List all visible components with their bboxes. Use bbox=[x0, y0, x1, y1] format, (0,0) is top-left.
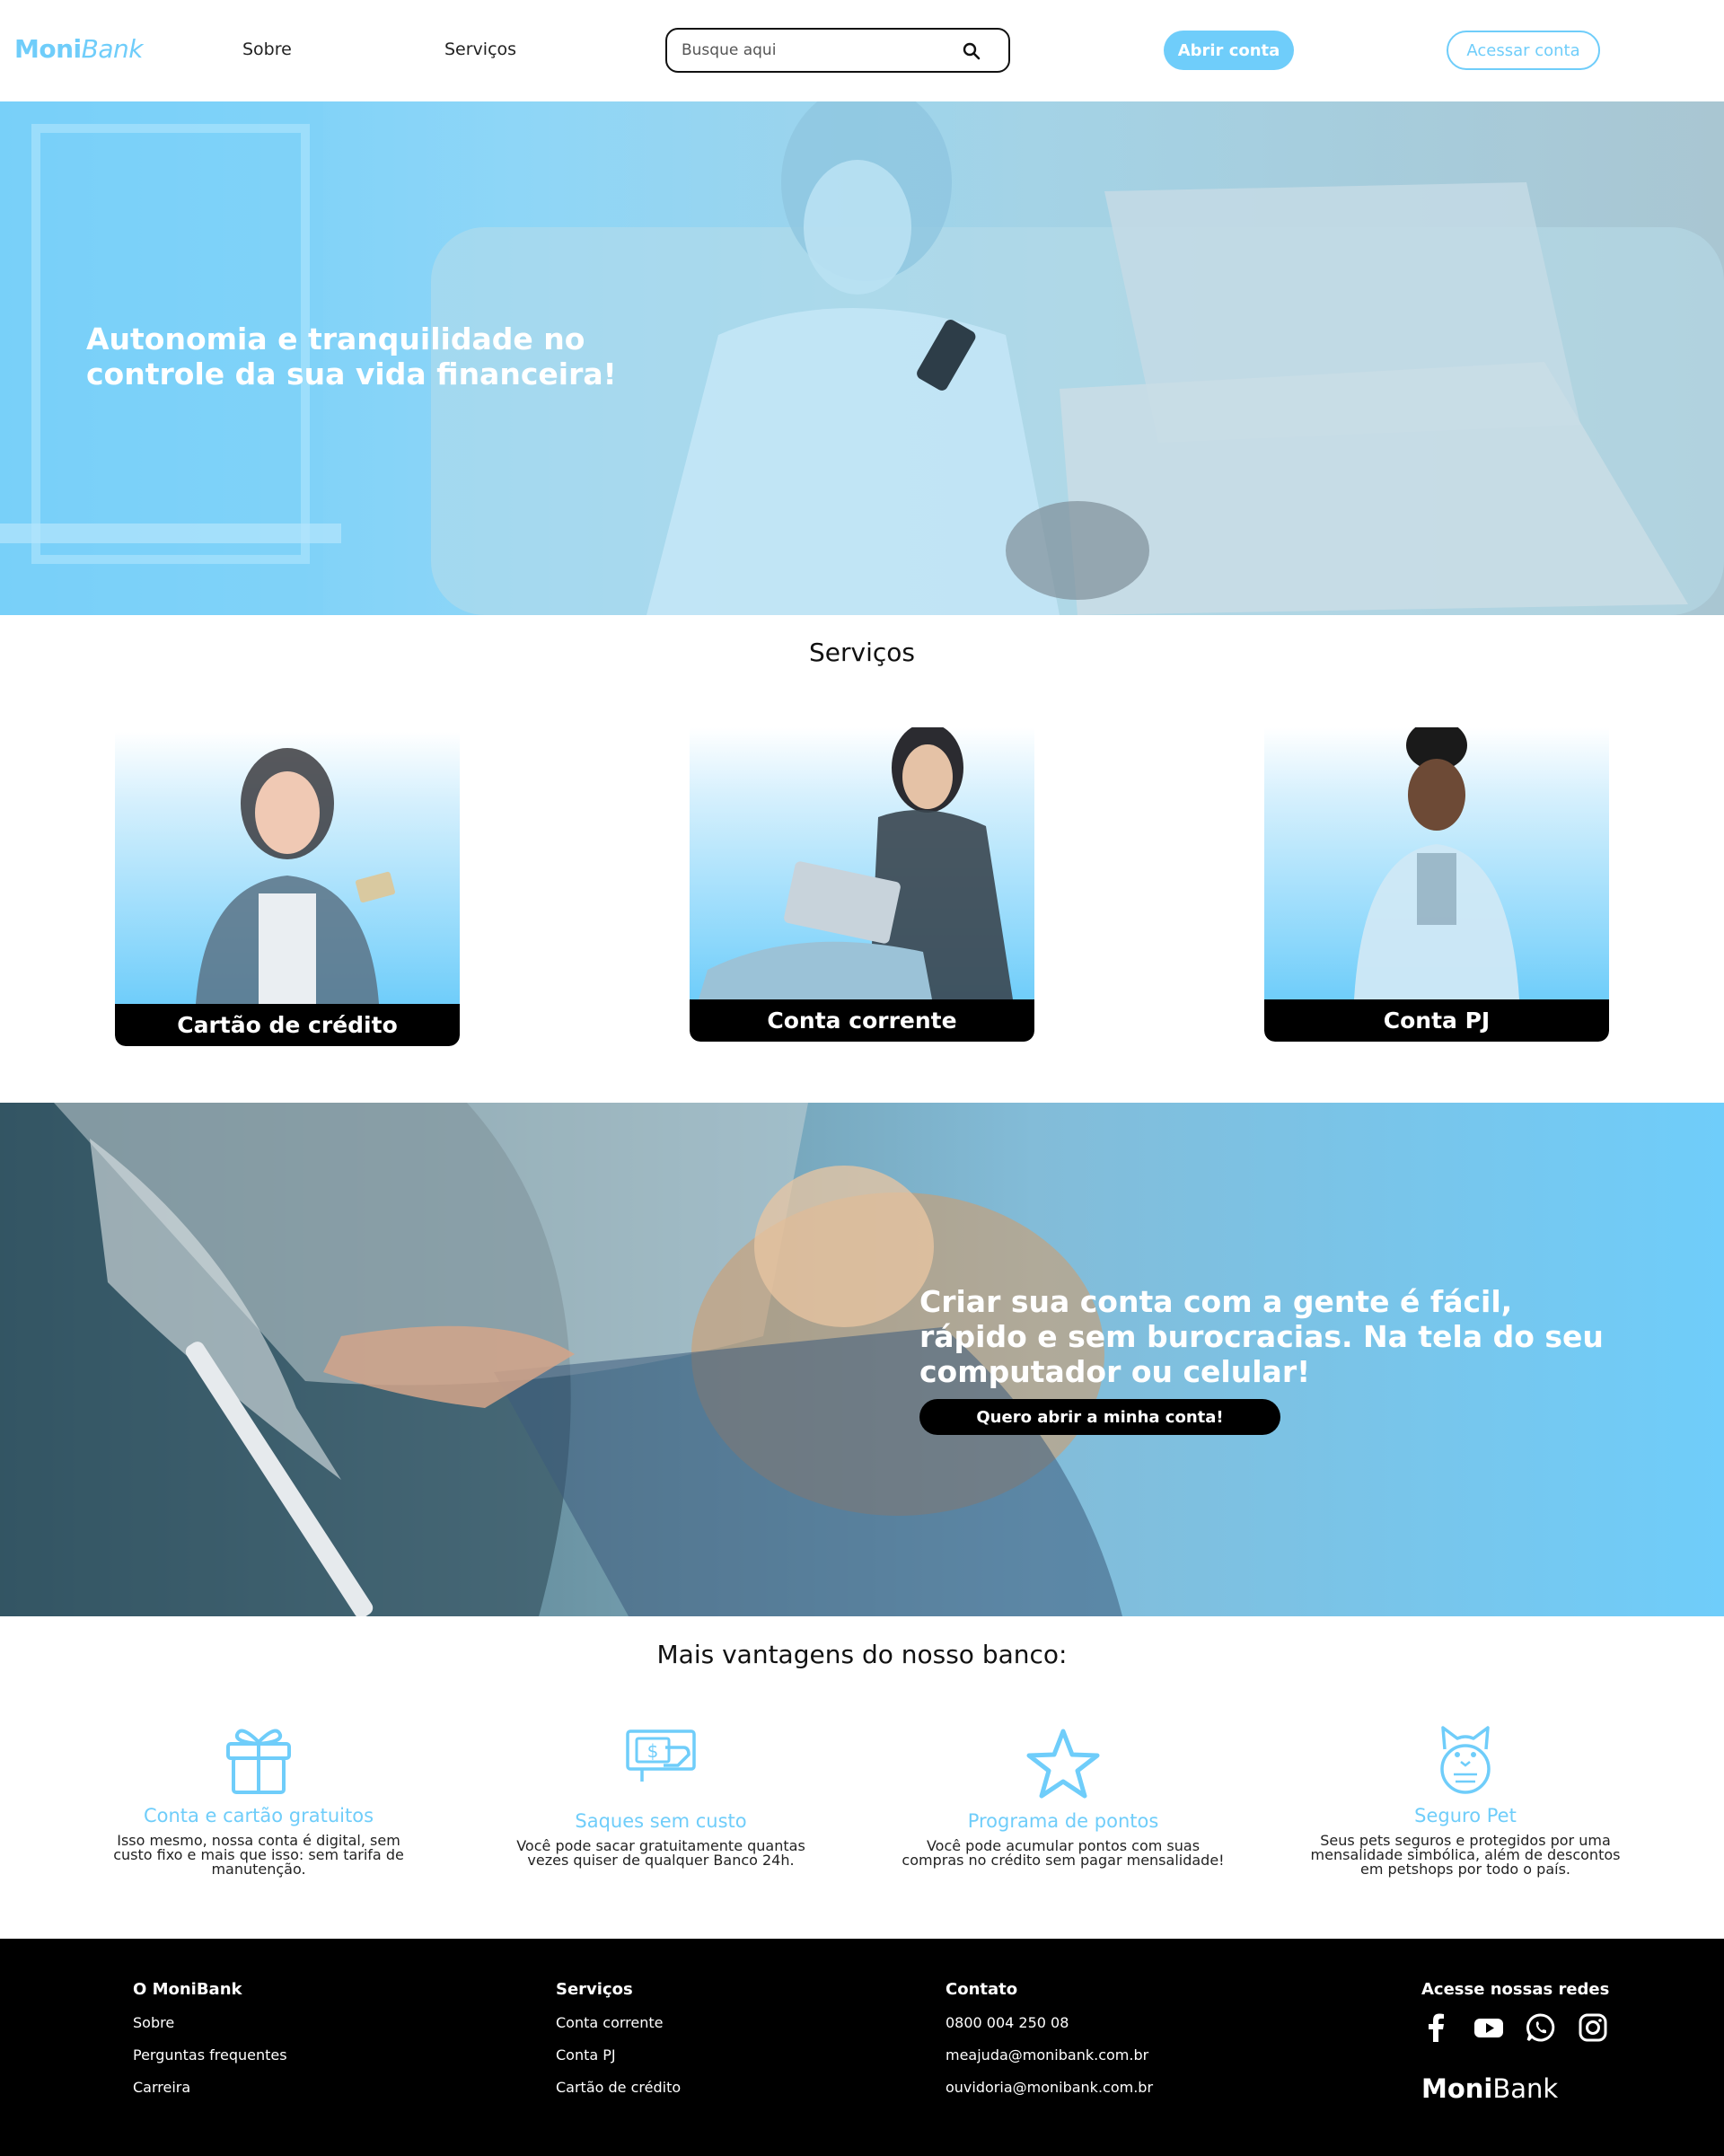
site-header: MoniBank Sobre Serviços Abrir conta Aces… bbox=[0, 0, 1724, 101]
footer-link-ombudsman-email[interactable]: ouvidoria@monibank.com.br bbox=[946, 2079, 1153, 2096]
gift-icon bbox=[226, 1729, 291, 1794]
advantage-title: Conta e cartão gratuitos bbox=[143, 1805, 374, 1826]
whatsapp-icon[interactable] bbox=[1526, 2012, 1556, 2043]
promo-title: Criar sua conta com a gente é fácil, ráp… bbox=[919, 1284, 1604, 1389]
advantage-text: Você pode acumular pontos com suas compr… bbox=[902, 1837, 1225, 1869]
search-icon[interactable] bbox=[962, 41, 981, 61]
footer-link-phone[interactable]: 0800 004 250 08 bbox=[946, 2014, 1153, 2031]
services-title: Serviços bbox=[809, 638, 915, 667]
advantage-pet-insurance: Seguro Pet Seus pets seguros e protegido… bbox=[1295, 1722, 1636, 1877]
open-my-account-button[interactable]: Quero abrir a minha conta! bbox=[919, 1399, 1280, 1435]
logo-text-moni: Moni bbox=[14, 34, 82, 64]
footer-logo-moni: Moni bbox=[1421, 2073, 1493, 2104]
advantage-title: Programa de pontos bbox=[967, 1810, 1159, 1832]
advantage-text: Seus pets seguros e protegidos por uma m… bbox=[1310, 1832, 1621, 1878]
site-footer: O MoniBank Sobre Perguntas frequentes Ca… bbox=[0, 1939, 1724, 2156]
footer-column-monibank: O MoniBank Sobre Perguntas frequentes Ca… bbox=[133, 1980, 287, 2111]
instagram-icon[interactable] bbox=[1578, 2012, 1608, 2043]
hero-title: Autonomia e tranquilidade no controle da… bbox=[86, 321, 617, 392]
service-card-checking-account[interactable]: Conta corrente bbox=[690, 727, 1034, 1042]
cash-withdrawal-icon: $ bbox=[626, 1729, 696, 1782]
access-account-button[interactable]: Acessar conta bbox=[1447, 31, 1600, 70]
footer-column-social: Acesse nossas redes bbox=[1421, 1980, 1609, 2014]
search-input[interactable] bbox=[682, 39, 951, 62]
credit-card-person-image bbox=[115, 732, 460, 1004]
youtube-icon[interactable] bbox=[1473, 2012, 1504, 2043]
advantage-text: Você pode sacar gratuitamente quantas ve… bbox=[516, 1837, 805, 1869]
cat-icon bbox=[1440, 1726, 1491, 1794]
star-icon bbox=[1026, 1729, 1100, 1799]
service-card-credit-card[interactable]: Cartão de crédito bbox=[115, 732, 460, 1046]
advantage-title: Seguro Pet bbox=[1414, 1805, 1517, 1826]
checking-account-person-image bbox=[690, 727, 1034, 999]
footer-link-help-email[interactable]: meajuda@monibank.com.br bbox=[946, 2046, 1153, 2064]
nav-link-servicos[interactable]: Serviços bbox=[444, 40, 516, 59]
svg-text:$: $ bbox=[647, 1740, 659, 1762]
footer-link-carreira[interactable]: Carreira bbox=[133, 2079, 287, 2096]
footer-logo-bank: Bank bbox=[1492, 2073, 1559, 2104]
advantages-title: Mais vantagens do nosso banco: bbox=[656, 1640, 1068, 1669]
footer-heading: Serviços bbox=[556, 1980, 633, 1999]
footer-link-conta-corrente[interactable]: Conta corrente bbox=[556, 2014, 681, 2031]
footer-column-services: Serviços Conta corrente Conta PJ Cartão … bbox=[556, 1980, 681, 2111]
footer-heading: O MoniBank bbox=[133, 1980, 242, 1999]
footer-link-sobre[interactable]: Sobre bbox=[133, 2014, 287, 2031]
promo-banner: Criar sua conta com a gente é fácil, ráp… bbox=[0, 1103, 1724, 1616]
footer-link-conta-pj[interactable]: Conta PJ bbox=[556, 2046, 681, 2064]
advantage-title: Saques sem custo bbox=[575, 1810, 747, 1832]
hero-banner: Autonomia e tranquilidade no controle da… bbox=[0, 101, 1724, 615]
footer-column-contact: Contato 0800 004 250 08 meajuda@monibank… bbox=[946, 1980, 1153, 2111]
service-card-label: Cartão de crédito bbox=[115, 1004, 460, 1046]
nav-link-sobre[interactable]: Sobre bbox=[242, 40, 292, 59]
advantage-points-program: Programa de pontos Você pode acumular po… bbox=[893, 1726, 1234, 1868]
service-card-label: Conta PJ bbox=[1264, 999, 1609, 1042]
footer-logo[interactable]: MoniBank bbox=[1421, 2073, 1558, 2104]
service-card-pj-account[interactable]: Conta PJ bbox=[1264, 727, 1609, 1042]
open-account-button[interactable]: Abrir conta bbox=[1164, 31, 1294, 70]
service-card-label: Conta corrente bbox=[690, 999, 1034, 1042]
search-bar bbox=[665, 28, 1010, 73]
footer-link-cartao[interactable]: Cartão de crédito bbox=[556, 2079, 681, 2096]
footer-link-faq[interactable]: Perguntas frequentes bbox=[133, 2046, 287, 2064]
monibank-logo[interactable]: MoniBank bbox=[14, 34, 143, 64]
footer-heading: Acesse nossas redes bbox=[1421, 1980, 1610, 1999]
logo-text-bank: Bank bbox=[81, 34, 144, 64]
facebook-icon[interactable] bbox=[1421, 2012, 1452, 2043]
pj-account-person-image bbox=[1264, 727, 1609, 999]
advantage-free-withdrawals: $ Saques sem custo Você pode sacar gratu… bbox=[490, 1726, 831, 1868]
footer-heading: Contato bbox=[946, 1980, 1018, 1999]
advantage-text: Isso mesmo, nossa conta é digital, sem c… bbox=[113, 1832, 404, 1878]
advantage-free-account: Conta e cartão gratuitos Isso mesmo, nos… bbox=[88, 1722, 429, 1877]
